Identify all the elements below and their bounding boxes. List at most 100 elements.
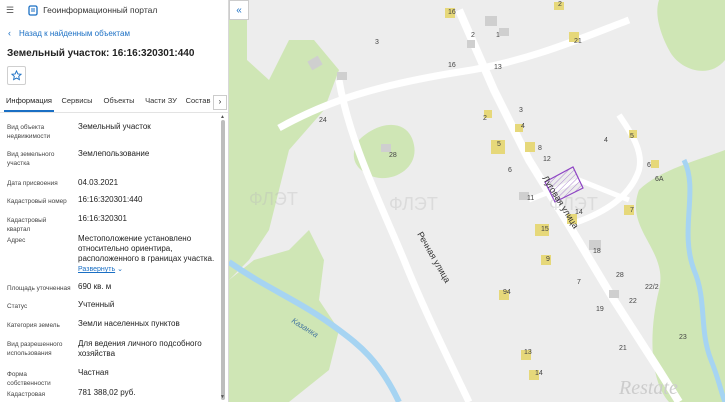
page-title: Земельный участок: 16:16:320301:440 <box>7 48 195 59</box>
house-number-label: 2 <box>471 32 475 39</box>
property-value: Частная <box>78 368 109 377</box>
building <box>525 142 535 152</box>
tab-services[interactable]: Сервисы <box>58 92 96 110</box>
house-number-label: 4 <box>521 123 525 130</box>
house-number-label: 13 <box>524 349 532 356</box>
chevron-down-icon: ⌄ <box>117 266 123 273</box>
back-link[interactable]: ‹ Назад к найденным объектам <box>0 20 228 46</box>
property-label: Категория земель <box>7 322 60 329</box>
app-title: Геоинформационный портал <box>43 5 158 15</box>
house-number-label: 6А <box>655 176 664 183</box>
house-number-label: 11 <box>527 195 534 202</box>
house-number-label: 19 <box>596 306 604 313</box>
side-panel: ☰ Геоинформационный портал ‹ Назад к най… <box>0 0 229 402</box>
house-number-label: 22 <box>629 298 637 305</box>
property-label: Вид объекта недвижимости <box>7 124 51 140</box>
house-number-label: 16 <box>448 62 456 69</box>
property-value: 16:16:320301:440 <box>78 195 143 204</box>
brand-watermark: Restate <box>618 377 678 399</box>
tabs-scroll-right-button[interactable]: › <box>213 95 227 110</box>
building <box>485 16 497 26</box>
double-chevron-left-icon: « <box>236 4 242 16</box>
property-label: Кадастровый номер <box>7 198 67 205</box>
map-canvas[interactable]: ФЛЭТ ФЛЭТ ФЛЭТ Луговая улица Речная улиц… <box>229 0 725 402</box>
building <box>381 144 391 152</box>
house-number-label: 16 <box>448 9 456 16</box>
house-number-label: 6 <box>647 162 651 169</box>
star-icon <box>11 70 22 81</box>
house-number-label: 23 <box>679 334 687 341</box>
house-number-label: 6 <box>508 167 512 174</box>
property-value: 690 кв. м <box>78 282 112 291</box>
tab-composition[interactable]: Состав <box>183 92 213 110</box>
property-label: Вид разрешенного использования <box>7 341 63 357</box>
house-number-label: 5 <box>630 133 634 140</box>
menu-icon[interactable]: ☰ <box>6 5 14 16</box>
house-number-label: 9 <box>546 256 550 263</box>
house-number-label: 7 <box>630 207 634 214</box>
building <box>651 160 659 168</box>
watermark-text: ФЛЭТ <box>389 194 438 214</box>
back-link-label: Назад к найденным объектам <box>19 28 130 38</box>
property-value: Землепользование <box>78 149 150 158</box>
house-number-label: 3 <box>375 39 379 46</box>
collapse-panel-button[interactable]: « <box>229 0 249 20</box>
tab-bar: Информация Сервисы Объекты Части ЗУ Сост… <box>0 92 228 113</box>
house-number-label: 13 <box>494 64 502 71</box>
property-label: Форма собственности <box>7 371 51 387</box>
house-number-label: 14 <box>535 370 543 377</box>
house-number-label: 28 <box>389 152 397 159</box>
property-label: Кадастровый квартал <box>7 217 47 233</box>
property-value: Учтенный <box>78 300 115 309</box>
house-number-label: 2 <box>558 1 562 8</box>
house-number-label: 12 <box>543 156 551 163</box>
tab-parcel-parts[interactable]: Части ЗУ <box>142 92 180 110</box>
portal-logo-icon <box>28 4 38 16</box>
building <box>467 40 475 48</box>
watermark-text: ФЛЭТ <box>249 189 298 209</box>
house-number-label: 94 <box>503 289 511 296</box>
app-header: ☰ Геоинформационный портал <box>0 0 228 20</box>
house-number-label: 21 <box>574 38 582 45</box>
property-value: Земли населенных пунктов <box>78 319 180 328</box>
tab-information[interactable]: Информация <box>4 92 54 112</box>
house-number-label: 24 <box>319 117 327 124</box>
property-value: 04.03.2021 <box>78 178 119 187</box>
house-number-label: 7 <box>577 279 581 286</box>
favorite-button[interactable] <box>7 66 26 85</box>
house-number-label: 3 <box>519 107 523 114</box>
house-number-label: 8 <box>538 145 542 152</box>
chevron-right-icon: › <box>218 97 222 106</box>
building <box>499 28 509 36</box>
property-label: Статус <box>7 303 28 310</box>
building <box>337 72 347 80</box>
property-value: Местоположение установлено относительно … <box>78 234 215 263</box>
tab-objects[interactable]: Объекты <box>100 92 138 110</box>
property-label: Кадастровая <box>7 391 46 398</box>
map-view[interactable]: ФЛЭТ ФЛЭТ ФЛЭТ Луговая улица Речная улиц… <box>229 0 725 402</box>
property-value: Земельный участок <box>78 122 151 131</box>
house-number-label: 18 <box>593 248 601 255</box>
building <box>609 290 619 298</box>
scrollbar-thumb[interactable] <box>221 120 225 400</box>
property-value: Для ведения личного подсобного хозяйства <box>78 339 202 358</box>
house-number-label: 4 <box>604 137 608 144</box>
house-number-label: 5 <box>497 141 501 148</box>
house-number-label: 21 <box>619 345 627 352</box>
scroll-down-icon[interactable]: ▼ <box>220 394 225 400</box>
properties-scrollbar[interactable]: ▲ ▼ <box>220 112 226 402</box>
house-number-label: 1 <box>496 32 500 39</box>
property-label: Площадь уточненная <box>7 285 71 292</box>
house-number-label: 2 <box>483 115 487 122</box>
house-number-label: 28 <box>616 272 624 279</box>
house-number-label: 22/2 <box>645 284 659 291</box>
chevron-left-icon: ‹ <box>8 28 11 38</box>
expand-address-link[interactable]: Развернуть ⌄ <box>78 265 216 275</box>
house-number-label: 15 <box>541 226 549 233</box>
house-number-label: 14 <box>575 209 583 216</box>
property-label: Адрес <box>7 237 26 244</box>
property-value: 16:16:320301 <box>78 214 127 223</box>
expand-label: Развернуть <box>78 266 116 273</box>
property-label: Дата присвоения <box>7 180 58 187</box>
property-label: Вид земельного участка <box>7 151 55 167</box>
